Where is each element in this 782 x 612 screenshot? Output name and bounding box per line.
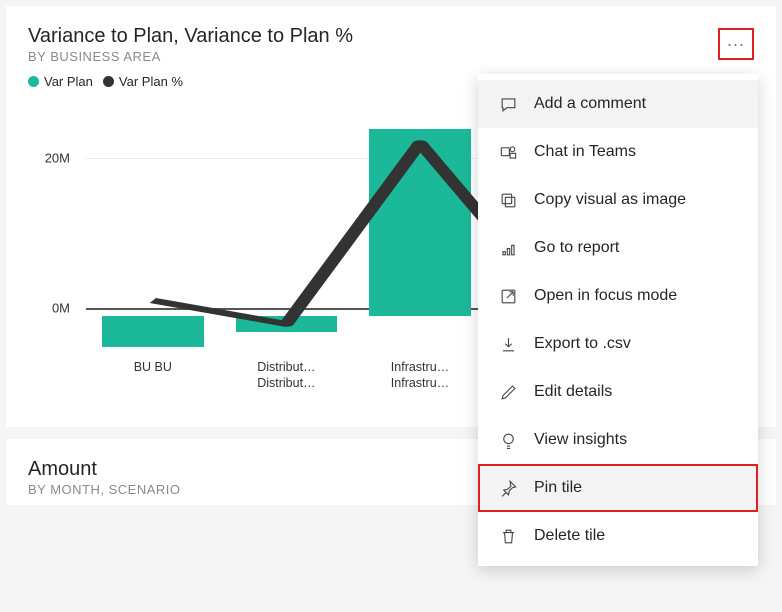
menu-item-chat-teams[interactable]: Chat in Teams [478, 128, 758, 176]
menu-item-delete-tile[interactable]: Delete tile [478, 512, 758, 560]
menu-item-label: Edit details [534, 383, 612, 401]
context-menu: Add a comment Chat in Teams Copy visual as… [478, 74, 758, 566]
x-category-label: BU BU [86, 359, 220, 413]
focus-icon [498, 286, 518, 306]
menu-item-label: Chat in Teams [534, 143, 636, 161]
trash-icon [498, 526, 518, 546]
y-tick-label: 0M [52, 301, 70, 316]
comment-icon [498, 94, 518, 114]
menu-item-focus-mode[interactable]: Open in focus mode [478, 272, 758, 320]
legend-swatch-icon [28, 76, 39, 87]
x-category-label: Infrastru… Infrastru… [353, 359, 487, 413]
y-axis: 20M 0M [28, 113, 78, 363]
menu-item-label: Open in focus mode [534, 287, 677, 305]
menu-item-add-comment[interactable]: Add a comment [478, 80, 758, 128]
report-icon [498, 238, 518, 258]
menu-item-label: Delete tile [534, 527, 605, 545]
menu-item-label: Go to report [534, 239, 619, 257]
more-options-button[interactable]: ... [718, 28, 754, 60]
ellipsis-icon: ... [727, 31, 745, 49]
copy-icon [498, 190, 518, 210]
menu-item-edit-details[interactable]: Edit details [478, 368, 758, 416]
legend-label: Var Plan % [119, 74, 183, 89]
pin-icon [498, 478, 518, 498]
menu-item-pin-tile[interactable]: Pin tile [478, 464, 758, 512]
legend-item-var-plan-pct[interactable]: Var Plan % [103, 74, 183, 89]
y-tick-label: 20M [45, 151, 70, 166]
menu-item-label: Pin tile [534, 479, 582, 497]
chart-title: Variance to Plan, Variance to Plan % [28, 24, 754, 48]
teams-icon [498, 142, 518, 162]
download-icon [498, 334, 518, 354]
legend-label: Var Plan [44, 74, 93, 89]
menu-item-copy-image[interactable]: Copy visual as image [478, 176, 758, 224]
bulb-icon [498, 430, 518, 450]
menu-item-label: Copy visual as image [534, 191, 686, 209]
edit-icon [498, 382, 518, 402]
menu-item-label: Add a comment [534, 95, 646, 113]
menu-item-label: Export to .csv [534, 335, 631, 353]
legend-item-var-plan[interactable]: Var Plan [28, 74, 93, 89]
x-category-label: Distribut… Distribut… [220, 359, 354, 413]
menu-item-view-insights[interactable]: View insights [478, 416, 758, 464]
chart-subtitle: BY BUSINESS AREA [28, 49, 754, 64]
menu-item-go-report[interactable]: Go to report [478, 224, 758, 272]
legend-swatch-icon [103, 76, 114, 87]
menu-item-label: View insights [534, 431, 627, 449]
menu-item-export-csv[interactable]: Export to .csv [478, 320, 758, 368]
